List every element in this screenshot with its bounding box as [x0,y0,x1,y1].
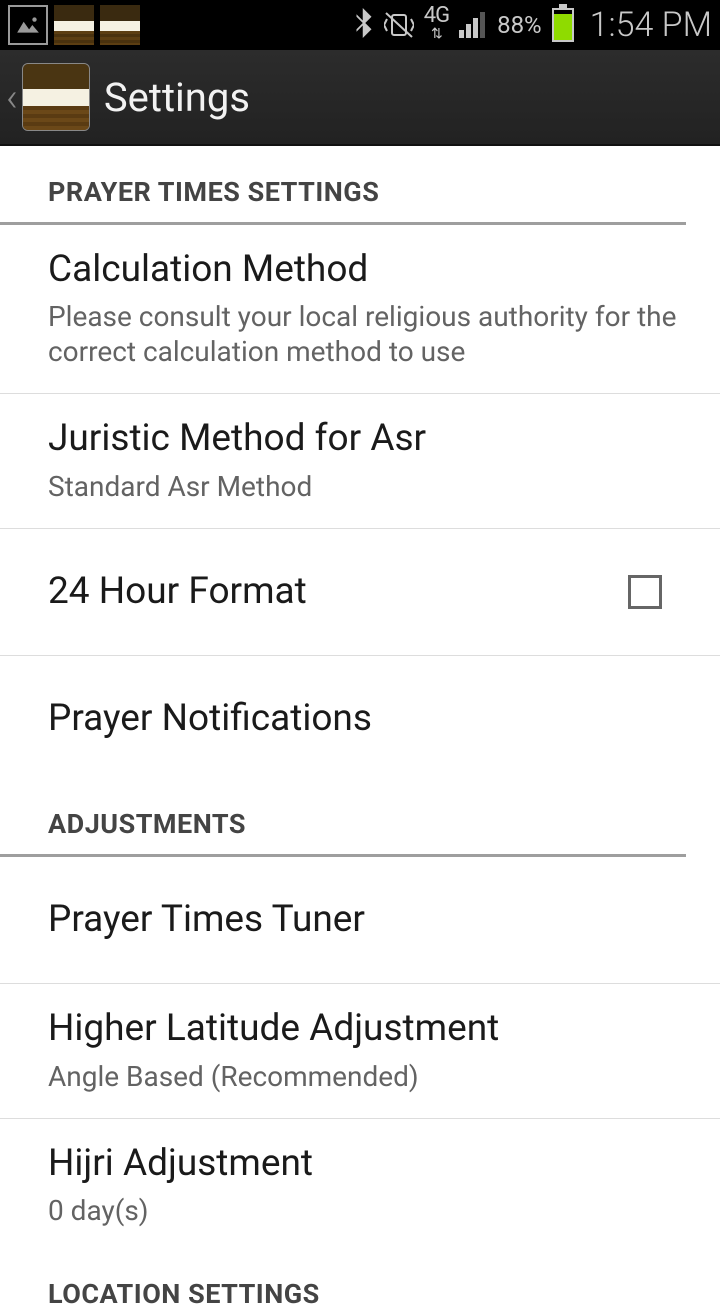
network-type-indicator: 4G⇅ [424,7,449,43]
setting-title: Juristic Method for Asr [48,416,686,462]
status-bar: 4G⇅ 88% 1:54 PM [0,0,720,50]
app-icon[interactable] [22,63,90,131]
section-header-location: LOCATION SETTINGS [0,1252,686,1314]
vibrate-icon [384,11,414,39]
setting-subtitle: Standard Asr Method [48,469,686,504]
setting-title: Higher Latitude Adjustment [48,1006,686,1052]
action-bar: ‹ Settings [0,50,720,146]
setting-24-hour-format[interactable]: 24 Hour Format [0,529,720,656]
setting-subtitle: Please consult your local religious auth… [48,299,686,369]
setting-prayer-notifications[interactable]: Prayer Notifications [0,656,720,782]
setting-title: Prayer Notifications [48,696,686,742]
setting-subtitle: Angle Based (Recommended) [48,1059,686,1094]
status-right: 4G⇅ 88% 1:54 PM [354,5,712,45]
setting-hijri-adjustment[interactable]: Hijri Adjustment 0 day(s) [0,1119,720,1252]
setting-juristic-method[interactable]: Juristic Method for Asr Standard Asr Met… [0,394,720,528]
page-title: Settings [104,74,250,121]
setting-subtitle: 0 day(s) [48,1193,686,1228]
gallery-notification-icon [8,5,48,45]
battery-percent: 88% [497,11,542,39]
section-header-adjustments: ADJUSTMENTS [0,782,686,857]
setting-title: Prayer Times Tuner [48,897,686,943]
status-notification-icons [8,5,140,45]
app-notification-icon [100,5,140,45]
setting-title: 24 Hour Format [48,569,628,615]
setting-title: Hijri Adjustment [48,1141,686,1187]
app-notification-icon [54,5,94,45]
signal-strength-icon [459,12,487,38]
bluetooth-icon [354,8,374,43]
checkbox-24-hour[interactable] [628,575,662,609]
setting-title: Calculation Method [48,247,686,293]
setting-prayer-times-tuner[interactable]: Prayer Times Tuner [0,857,720,984]
battery-icon [552,8,574,42]
status-clock: 1:54 PM [590,5,712,45]
setting-higher-latitude-adjustment[interactable]: Higher Latitude Adjustment Angle Based (… [0,984,720,1118]
setting-calculation-method[interactable]: Calculation Method Please consult your l… [0,225,720,394]
settings-list[interactable]: PRAYER TIMES SETTINGS Calculation Method… [0,150,720,1314]
back-icon[interactable]: ‹ [6,74,18,121]
section-header-prayer-times: PRAYER TIMES SETTINGS [0,150,686,225]
